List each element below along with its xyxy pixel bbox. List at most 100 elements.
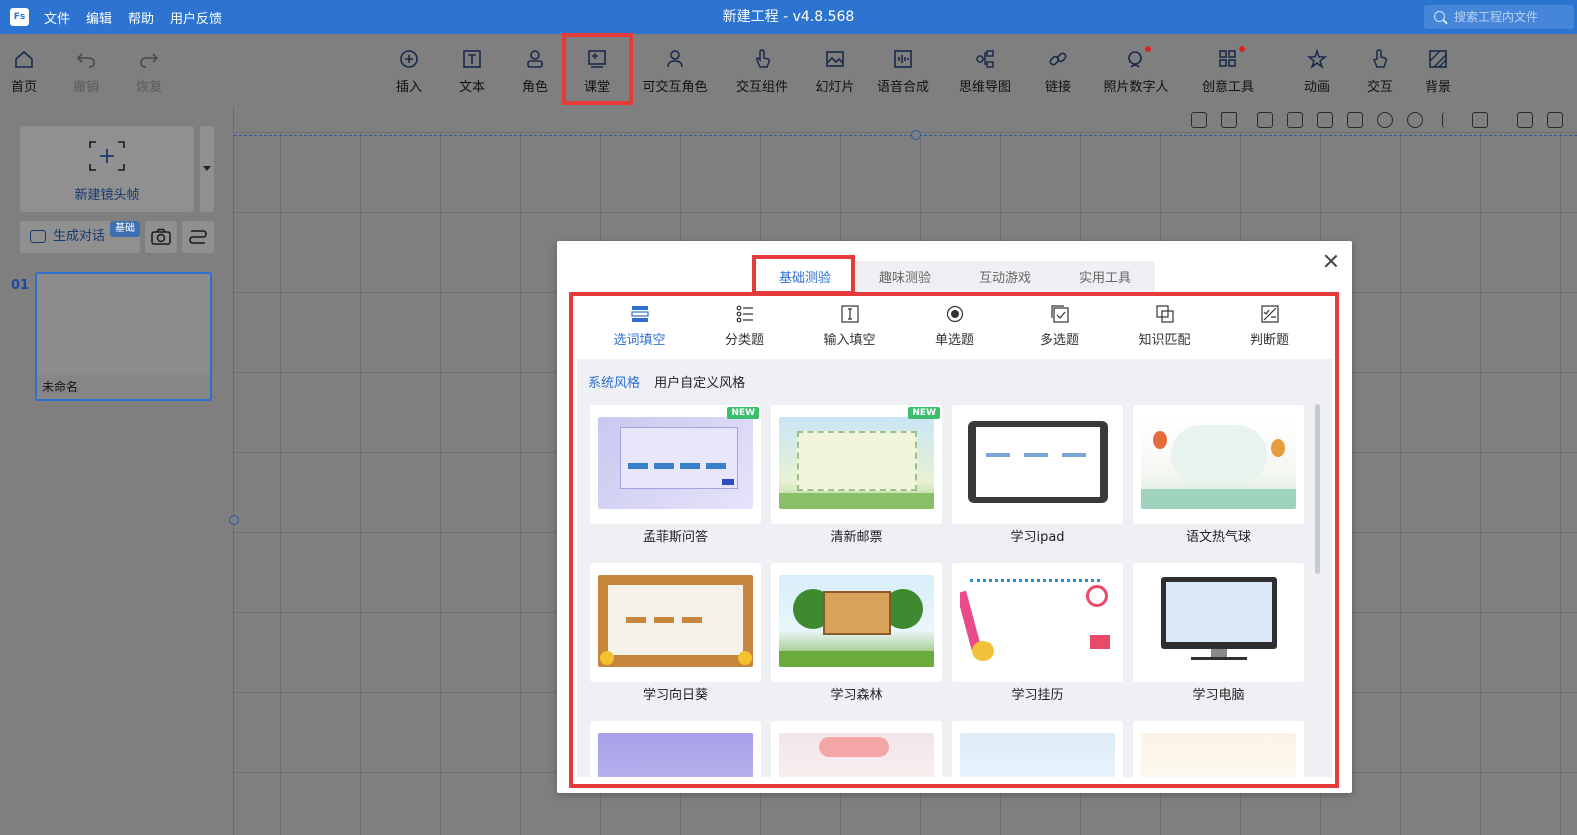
slideshow-label: 幻灯片 xyxy=(815,80,855,95)
bring-forward-icon[interactable] xyxy=(1257,112,1273,128)
menu-bar: 文件 编辑 帮助 用户反馈 xyxy=(44,0,238,34)
person-icon xyxy=(527,50,543,68)
mindmap-icon xyxy=(976,50,994,68)
close-icon[interactable] xyxy=(1323,253,1339,269)
image-icon xyxy=(826,51,844,67)
home-view-icon[interactable] xyxy=(1221,112,1237,128)
add-frame-icon xyxy=(89,141,125,171)
star-icon xyxy=(1306,48,1328,70)
photo-avatar-label: 照片数字人 xyxy=(1103,80,1169,95)
generate-label: 生成对话 xyxy=(53,229,106,244)
photo-avatar-dot xyxy=(1145,46,1151,52)
canvas-boundary xyxy=(234,135,1577,136)
tts-button[interactable]: 语音合成 xyxy=(868,48,938,95)
background-label: 背景 xyxy=(1424,80,1451,95)
text-button[interactable]: 文本 xyxy=(437,48,507,95)
link-label: 链接 xyxy=(1044,80,1071,95)
title-bar: Fs 文件 编辑 帮助 用户反馈 新建工程 - v4.8.568 搜索工程内文件 xyxy=(0,0,1577,34)
interactive-component-button[interactable]: 交互组件 xyxy=(727,48,797,95)
search-placeholder: 搜索工程内文件 xyxy=(1454,10,1539,24)
generate-dialog-button[interactable]: 生成对话 基础 xyxy=(20,221,140,253)
redo-button[interactable]: 恢复 xyxy=(114,48,184,95)
link-button[interactable]: 链接 xyxy=(1023,48,1093,95)
zoom-out-icon[interactable] xyxy=(1407,112,1423,128)
template-area-highlight-box xyxy=(569,292,1339,788)
interactive-role-label: 可交互角色 xyxy=(642,80,708,95)
animation-label: 动画 xyxy=(1303,80,1330,95)
interaction-label: 交互 xyxy=(1366,80,1393,95)
waveform-icon xyxy=(894,50,912,68)
hand-icon xyxy=(1372,49,1388,68)
copy-icon[interactable] xyxy=(1317,112,1333,128)
camera-button[interactable] xyxy=(145,221,177,253)
send-backward-icon[interactable] xyxy=(1287,112,1303,128)
grid-icon xyxy=(1219,50,1236,67)
link-icon xyxy=(1049,52,1067,66)
basic-quiz-highlight-box xyxy=(752,255,855,295)
insert-button[interactable]: 插入 xyxy=(374,48,444,95)
insert-label: 插入 xyxy=(395,80,422,95)
frame-panel: 新建镜头帧 生成对话 基础 01 未命名 xyxy=(0,106,234,835)
interactive-person-icon xyxy=(667,50,683,68)
animation-button[interactable]: 动画 xyxy=(1282,48,1352,95)
plus-circle-icon xyxy=(400,50,418,68)
redo-label: 恢复 xyxy=(135,80,162,95)
resize-handle-top[interactable] xyxy=(911,130,921,140)
menu-file[interactable]: 文件 xyxy=(44,8,70,27)
photo-avatar-icon xyxy=(1128,51,1142,68)
new-frame-button[interactable]: 新建镜头帧 xyxy=(20,126,194,212)
photo-avatar-button[interactable]: 照片数字人 xyxy=(1100,46,1172,95)
app-logo: Fs xyxy=(10,8,29,26)
tab-fun-quiz[interactable]: 趣味测验 xyxy=(855,261,955,295)
search-icon xyxy=(1434,11,1445,22)
mindmap-button[interactable]: 思维导图 xyxy=(950,48,1020,95)
classroom-highlight-box xyxy=(562,33,633,105)
background-icon xyxy=(1429,50,1447,68)
role-label: 角色 xyxy=(521,80,548,95)
ruler-icon[interactable] xyxy=(1191,112,1207,128)
lock-icon[interactable] xyxy=(1472,112,1488,128)
paste-icon[interactable] xyxy=(1347,112,1363,128)
redo-icon xyxy=(140,53,159,68)
text-icon xyxy=(463,50,481,68)
resize-handle-left[interactable] xyxy=(229,515,239,525)
menu-help[interactable]: 帮助 xyxy=(128,8,154,27)
export-icon[interactable] xyxy=(1547,112,1563,128)
slideshow-button[interactable]: 幻灯片 xyxy=(800,48,870,95)
home-label: 首页 xyxy=(10,80,37,95)
path-icon xyxy=(189,230,207,244)
tab-interactive-game[interactable]: 互动游戏 xyxy=(955,261,1055,295)
pointer-hand-icon xyxy=(755,49,771,68)
slide-name: 未命名 xyxy=(37,375,210,399)
main-toolbar: 首页 撤销 恢复 插入 文本 角色 课堂 可交互角色 交互组件 幻灯片 语音合成 xyxy=(0,34,1577,106)
new-frame-dropdown[interactable] xyxy=(200,126,214,212)
creative-tools-button[interactable]: 创意工具 xyxy=(1193,46,1263,95)
interactive-role-button[interactable]: 可交互角色 xyxy=(640,48,710,95)
mindmap-label: 思维导图 xyxy=(958,80,1011,95)
interactive-component-label: 交互组件 xyxy=(735,80,788,95)
camera-icon xyxy=(151,228,171,245)
undo-button[interactable]: 撤销 xyxy=(51,48,121,95)
path-button[interactable] xyxy=(182,221,214,253)
search-input[interactable]: 搜索工程内文件 xyxy=(1424,5,1574,29)
basic-badge: 基础 xyxy=(110,221,140,237)
chat-icon xyxy=(30,230,46,243)
creative-tools-dot xyxy=(1239,46,1245,52)
creative-tools-label: 创意工具 xyxy=(1201,80,1254,95)
screenshot-icon[interactable] xyxy=(1517,112,1533,128)
undo-icon xyxy=(76,53,95,68)
tts-label: 语音合成 xyxy=(876,80,929,95)
slide-thumbnail[interactable]: 未命名 xyxy=(35,272,212,401)
home-icon xyxy=(15,50,33,68)
tab-utility-tools[interactable]: 实用工具 xyxy=(1055,261,1155,295)
background-button[interactable]: 背景 xyxy=(1403,48,1473,95)
slide-number: 01 xyxy=(11,278,30,293)
menu-edit[interactable]: 编辑 xyxy=(86,8,112,27)
text-label: 文本 xyxy=(458,80,485,95)
new-frame-label: 新建镜头帧 xyxy=(74,188,140,203)
menu-feedback[interactable]: 用户反馈 xyxy=(170,8,222,27)
zoom-in-icon[interactable] xyxy=(1377,112,1393,128)
align-left-icon[interactable] xyxy=(1442,112,1458,128)
role-button[interactable]: 角色 xyxy=(500,48,570,95)
undo-label: 撤销 xyxy=(72,80,99,95)
